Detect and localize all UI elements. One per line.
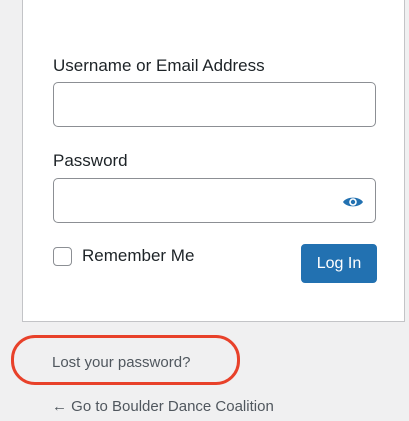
back-to-site-link[interactable]: ← Go to Boulder Dance Coalition	[52, 398, 274, 415]
remember-me-label: Remember Me	[82, 246, 195, 265]
remember-me[interactable]: Remember Me	[53, 246, 194, 266]
login-form: Username or Email Address Password Remem…	[22, 0, 405, 322]
remember-me-checkbox[interactable]	[53, 246, 72, 266]
lost-password-link[interactable]: Lost your password?	[52, 354, 190, 371]
eye-icon	[343, 197, 363, 207]
username-label: Username or Email Address	[53, 56, 265, 75]
login-button[interactable]: Log In	[301, 244, 377, 283]
password-input[interactable]	[53, 178, 376, 223]
username-input[interactable]	[53, 82, 376, 127]
password-label: Password	[53, 151, 128, 170]
show-password-button[interactable]	[333, 188, 373, 216]
